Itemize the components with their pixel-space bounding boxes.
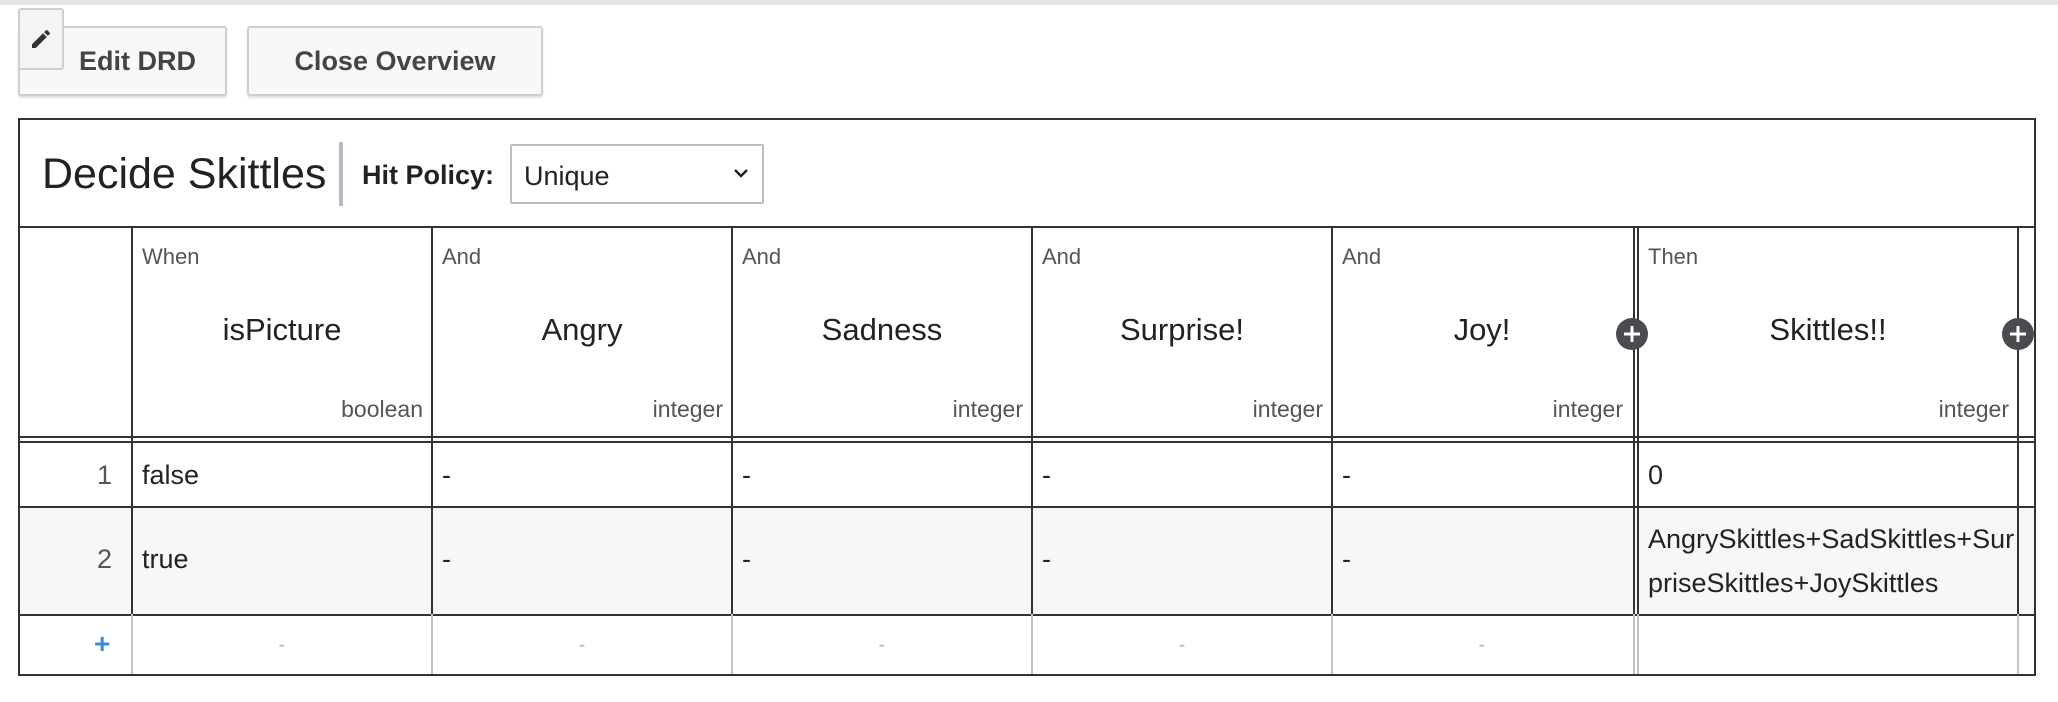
clause-label: Then: [1648, 244, 1699, 269]
column-name: Skittles!!: [1769, 312, 1887, 347]
hit-policy-label: Hit Policy:: [362, 160, 495, 190]
pencil-icon[interactable]: [18, 8, 64, 70]
type-ref: integer: [1552, 396, 1623, 422]
add-row-line-5a: [1633, 614, 1635, 674]
column-name: Surprise!: [1119, 312, 1245, 347]
add-rule-placeholder[interactable]: -: [733, 634, 1031, 657]
rule-cell[interactable]: true: [142, 544, 189, 575]
clause-label: When: [142, 244, 200, 269]
close-overview-label: Close Overview: [294, 45, 496, 76]
decision-table: Decide Skittles Hit Policy: Unique When …: [18, 118, 2036, 676]
add-rule-button[interactable]: +: [94, 628, 110, 660]
add-rule-placeholder[interactable]: -: [1333, 634, 1631, 657]
row-divider-1: [20, 506, 2034, 508]
rule-cell[interactable]: -: [442, 544, 451, 575]
close-overview-button[interactable]: Close Overview: [247, 26, 543, 96]
type-ref: integer: [952, 396, 1023, 422]
rule-cell[interactable]: -: [1042, 460, 1051, 491]
rule-number: 1: [96, 460, 112, 490]
head-divider-1: [20, 436, 2034, 438]
column-name: Angry: [541, 312, 623, 347]
add-row-line-6: [2017, 614, 2019, 674]
type-ref: integer: [1938, 396, 2009, 422]
row-divider-2: [20, 614, 2034, 616]
decision-table-header: Decide Skittles Hit Policy: Unique: [20, 120, 2034, 228]
rule-cell[interactable]: AngrySkittles+SadSkittles+SurpriseSkittl…: [1648, 517, 2018, 605]
add-input-column-button[interactable]: [1616, 318, 1648, 350]
chevron-down-icon: [732, 164, 750, 187]
column-name: Sadness: [821, 312, 943, 347]
hit-policy-select[interactable]: Unique: [510, 144, 764, 204]
add-rule-placeholder[interactable]: -: [1033, 634, 1331, 657]
clause-label: And: [1042, 244, 1082, 269]
clause-label: And: [442, 244, 482, 269]
add-output-column-button[interactable]: [2002, 318, 2034, 350]
type-ref: integer: [652, 396, 723, 422]
rule-cell[interactable]: -: [1342, 460, 1351, 491]
add-rule-placeholder[interactable]: -: [133, 634, 431, 657]
head-divider-2: [20, 441, 2034, 443]
rule-cell[interactable]: -: [1342, 544, 1351, 575]
rule-cell[interactable]: false: [142, 460, 199, 491]
column-name: Joy!: [1453, 312, 1511, 347]
decision-name[interactable]: Decide Skittles: [42, 150, 326, 199]
header-divider: [339, 142, 343, 206]
top-border: [0, 0, 2058, 5]
rule-number: 2: [96, 544, 112, 574]
rule-cell[interactable]: -: [742, 544, 751, 575]
add-row-line-5b: [1637, 614, 1639, 674]
clause-label: And: [742, 244, 782, 269]
rule-cell[interactable]: 0: [1648, 460, 1663, 491]
edit-drd-label: Edit DRD: [79, 45, 196, 76]
hit-policy-value: Unique: [524, 161, 610, 191]
col-line-5a: [1633, 228, 1635, 614]
column-name: isPicture: [222, 312, 342, 347]
type-ref: integer: [1252, 396, 1323, 422]
clause-label: And: [1342, 244, 1382, 269]
type-ref: boolean: [341, 396, 423, 422]
add-rule-placeholder[interactable]: -: [433, 634, 731, 657]
rule-cell[interactable]: -: [442, 460, 451, 491]
rule-cell[interactable]: -: [1042, 544, 1051, 575]
rule-cell[interactable]: -: [742, 460, 751, 491]
